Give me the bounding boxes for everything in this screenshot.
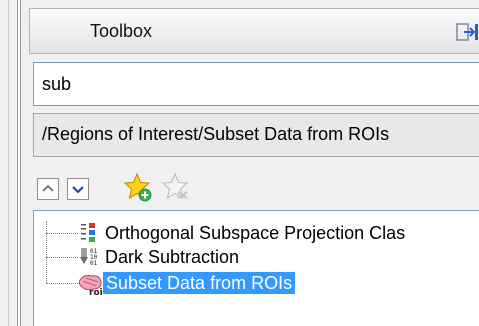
tree-item-dark-subtraction[interactable]: 01 10 01 Dark Subtraction bbox=[34, 244, 479, 270]
tree-item-label: Orthogonal Subspace Projection Clas bbox=[105, 223, 406, 243]
svg-text:roi: roi bbox=[89, 288, 103, 296]
classification-icon bbox=[81, 223, 95, 242]
chevron-down-icon bbox=[72, 186, 84, 194]
tree-item-orthogonal-subspace[interactable]: Orthogonal Subspace Projection Clas bbox=[34, 220, 479, 246]
frame-divider bbox=[8, 0, 9, 326]
tool-tree: Orthogonal Subspace Projection Clas 01 1… bbox=[33, 210, 479, 326]
expand-button[interactable] bbox=[67, 178, 89, 200]
tree-item-label: Dark Subtraction bbox=[105, 247, 240, 267]
toolbox-titlebar: Toolbox bbox=[29, 8, 479, 54]
search-input[interactable] bbox=[42, 63, 472, 105]
toolbox-title: Toolbox bbox=[90, 21, 153, 41]
binary-data-icon: 01 10 01 bbox=[80, 248, 98, 267]
tree-item-subset-data-from-rois[interactable]: roi Subset Data from ROIs bbox=[34, 270, 479, 296]
toolbox-panel: Toolbox /Regions of Interest/Subset Data… bbox=[20, 0, 479, 326]
roi-icon: roi bbox=[78, 275, 103, 296]
chevron-up-icon bbox=[42, 184, 54, 192]
search-field[interactable] bbox=[33, 62, 479, 106]
tool-path-display: /Regions of Interest/Subset Data from RO… bbox=[33, 113, 479, 157]
left-frame-edge bbox=[0, 0, 18, 326]
tool-path-text: /Regions of Interest/Subset Data from RO… bbox=[42, 124, 390, 144]
star-remove-icon[interactable] bbox=[161, 172, 191, 202]
dock-pin-icon[interactable] bbox=[455, 22, 479, 42]
tree-item-label: Subset Data from ROIs bbox=[103, 272, 296, 294]
star-add-icon[interactable] bbox=[123, 172, 153, 202]
collapse-button[interactable] bbox=[37, 178, 59, 200]
svg-text:01: 01 bbox=[90, 260, 98, 267]
